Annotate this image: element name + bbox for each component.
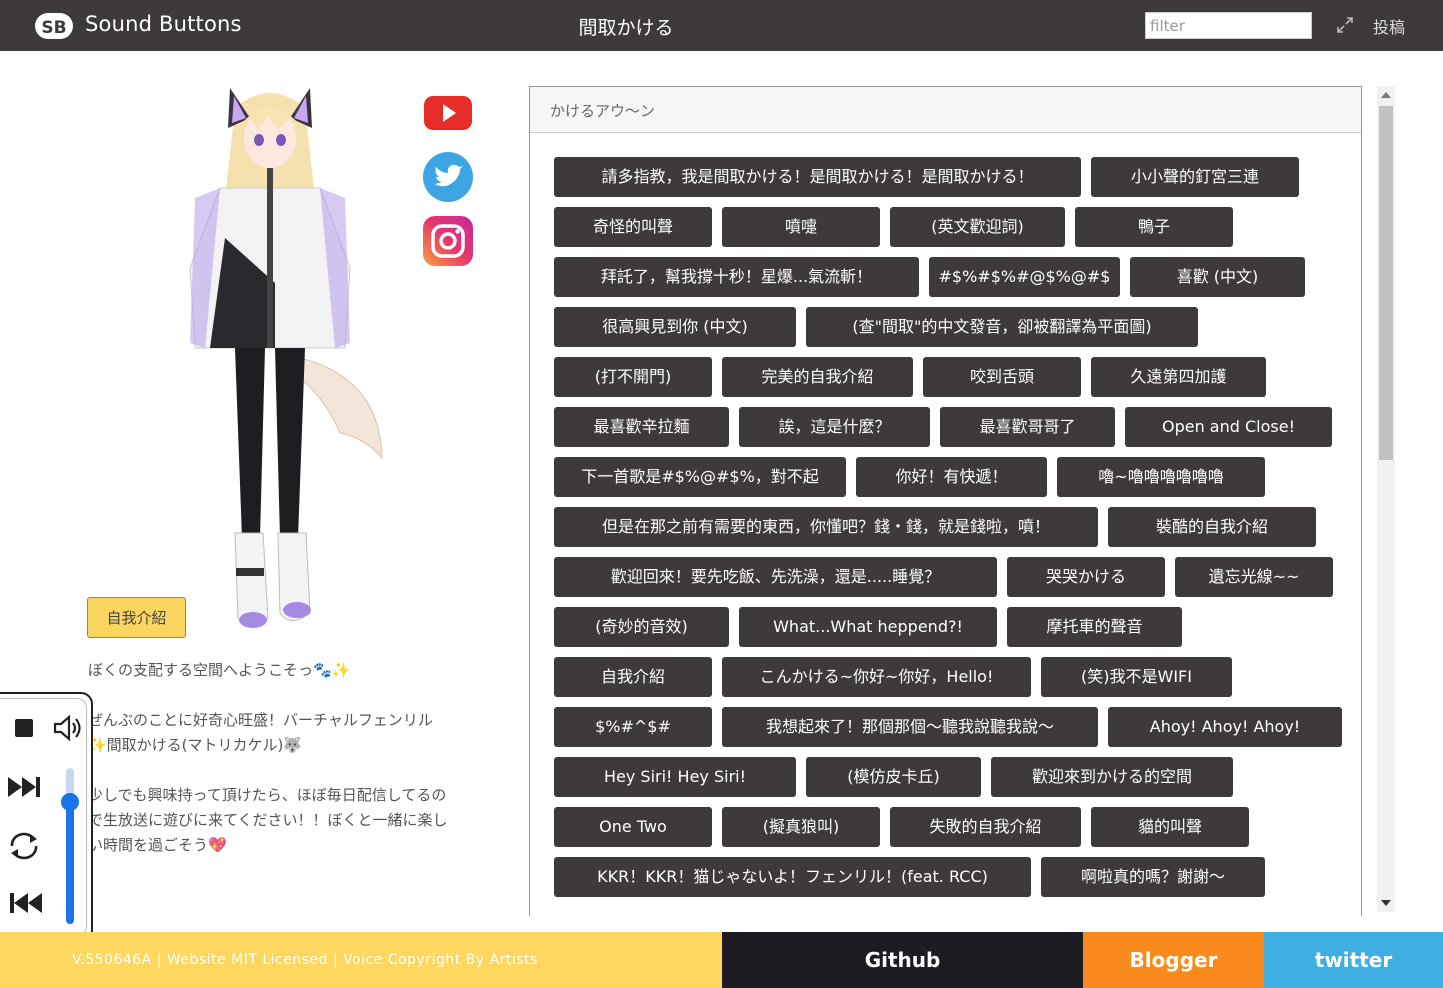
sound-button-grid: 請多指教，我是間取かける！是間取かける！是間取かける！ 小小聲的釘宮三連 奇怪的叫聲… — [554, 157, 1344, 907]
filter-input[interactable] — [1145, 12, 1312, 39]
sound-button[interactable]: 完美的自我介紹 — [722, 357, 913, 397]
next-icon[interactable] — [6, 774, 44, 800]
sound-button[interactable]: (英文歡迎詞) — [890, 207, 1065, 247]
sound-button[interactable]: 誒，這是什麼？ — [739, 407, 930, 447]
sound-button[interactable]: 奇怪的叫聲 — [554, 207, 712, 247]
instagram-icon[interactable] — [422, 215, 474, 267]
scroll-down-arrow-icon[interactable] — [1381, 900, 1391, 906]
sound-button[interactable]: 拜託了，幫我撐十秒！星爆...氣流斬！ — [554, 257, 919, 297]
scroll-up-arrow-icon[interactable] — [1381, 92, 1391, 98]
scrollbar-thumb[interactable] — [1379, 106, 1393, 460]
sound-button[interactable]: 歡迎回來！要先吃飯、先洗澡，還是.....睡覺？ — [554, 557, 997, 597]
sound-button[interactable]: Open and Close! — [1125, 407, 1332, 447]
github-link[interactable]: Github — [722, 932, 1083, 988]
sound-button[interactable]: 請多指教，我是間取かける！是間取かける！是間取かける！ — [554, 157, 1081, 197]
previous-icon[interactable] — [6, 890, 44, 916]
sound-button[interactable]: 鴨子 — [1075, 207, 1233, 247]
sound-button[interactable]: 但是在那之前有需要的東西，你懂吧？錢・錢，就是錢啦，噴！ — [554, 507, 1098, 547]
sound-button[interactable]: (笑)我不是WIFI — [1041, 657, 1232, 697]
twitter-icon[interactable] — [422, 151, 474, 203]
sound-button-row: 最喜歡辛拉麵 誒，這是什麼？ 最喜歡哥哥了 Open and Close! — [554, 407, 1344, 447]
sound-button[interactable]: 摩托車的聲音 — [1007, 607, 1182, 647]
repeat-icon[interactable] — [6, 830, 42, 862]
sound-button-row: 歡迎回來！要先吃飯、先洗澡，還是.....睡覺？ 哭哭かける 遺忘光線~~ — [554, 557, 1344, 597]
footer: V.550646A | Website MIT Licensed | Voice… — [0, 932, 1443, 988]
sound-button[interactable]: 久遠第四加護 — [1091, 357, 1266, 397]
volume-slider-thumb[interactable] — [61, 793, 79, 811]
audio-player — [0, 692, 93, 942]
sound-button[interactable]: 下一首歌是#$%@#$%，對不起 — [554, 457, 846, 497]
sound-button[interactable]: 噴嚏 — [722, 207, 880, 247]
sound-panel: かけるアウ～ン 請多指教，我是間取かける！是間取かける！是間取かける！ 小小聲的釘… — [529, 86, 1362, 916]
sound-button[interactable]: こんかける~你好~你好，Hello! — [722, 657, 1031, 697]
sound-button-row: (打不開門) 完美的自我介紹 咬到舌頭 久遠第四加護 — [554, 357, 1344, 397]
sound-button-row: $%#^$# 我想起來了！那個那個～聽我說聽我說～ Ahoy! Ahoy! Ahoy… — [554, 707, 1344, 747]
post-link[interactable]: 投稿 — [1373, 14, 1405, 38]
sound-button[interactable]: 嚕~嚕嚕嚕嚕嚕嚕 — [1057, 457, 1265, 497]
sound-button-row: 很高興見到你 (中文) (查"間取"的中文發音，卻被翻譯為平面圖) — [554, 307, 1344, 347]
volume-slider[interactable] — [61, 768, 79, 924]
page-title: 間取かける — [578, 17, 674, 39]
sound-button-row: One Two (擬真狼叫) 失敗的自我介紹 貓的叫聲 — [554, 807, 1344, 847]
youtube-icon[interactable] — [422, 86, 474, 138]
sound-button-row: (奇妙的音效) What...What heppend?! 摩托車的聲音 — [554, 607, 1344, 647]
sound-button[interactable]: 很高興見到你 (中文) — [554, 307, 796, 347]
stop-icon[interactable] — [12, 716, 36, 740]
sound-button[interactable]: (擬真狼叫) — [722, 807, 880, 847]
sound-button[interactable]: What...What heppend?! — [739, 607, 997, 647]
sound-button[interactable]: (模仿皮卡丘) — [806, 757, 981, 797]
character-description: ぼくの支配する空間へようこそっ🐾✨ ぜんぶのことに好奇心旺盛！バーチャルフェンリ… — [88, 658, 448, 883]
sound-button[interactable]: (查"間取"的中文發音，卻被翻譯為平面圖) — [806, 307, 1198, 347]
description-line: ぼくの支配する空間へようこそっ🐾✨ — [88, 661, 351, 679]
sound-button[interactable]: 遺忘光線~~ — [1175, 557, 1333, 597]
sound-button[interactable]: 自我介紹 — [554, 657, 712, 697]
sound-button[interactable]: Ahoy! Ahoy! Ahoy! — [1108, 707, 1342, 747]
description-line: 少しでも興味持って頂けたら、ほぼ毎日配信してるので生放送に遊びに来てください！！… — [88, 786, 448, 854]
footer-info: V.550646A | Website MIT Licensed | Voice… — [0, 932, 722, 988]
sound-button[interactable]: (奇妙的音效) — [554, 607, 729, 647]
sound-button[interactable]: 歡迎來到かける的空間 — [991, 757, 1233, 797]
sound-button[interactable]: 啊啦真的嗎？謝謝～ — [1041, 857, 1265, 897]
sound-button[interactable]: 裝酷的自我介紹 — [1108, 507, 1316, 547]
scrollbar[interactable] — [1377, 86, 1395, 912]
sound-button[interactable]: 哭哭かける — [1007, 557, 1165, 597]
sound-button[interactable]: 最喜歡哥哥了 — [940, 407, 1115, 447]
sound-button-row: Hey Siri! Hey Siri! (模仿皮卡丘) 歡迎來到かける的空間 — [554, 757, 1344, 797]
sound-button[interactable]: Hey Siri! Hey Siri! — [554, 757, 796, 797]
sound-button-row: 自我介紹 こんかける~你好~你好，Hello! (笑)我不是WIFI — [554, 657, 1344, 697]
sound-button-row: KKR！KKR！猫じゃないよ！フェンリル！(feat. RCC) 啊啦真的嗎？謝謝… — [554, 857, 1344, 897]
sound-button-row: 但是在那之前有需要的東西，你懂吧？錢・錢，就是錢啦，噴！ 裝酷的自我介紹 — [554, 507, 1344, 547]
panel-heading: かけるアウ～ン — [530, 87, 1361, 133]
twitter-link[interactable]: twitter — [1264, 932, 1443, 988]
sound-button-row: 拜託了，幫我撐十秒！星爆...氣流斬！ #$%#$%#@$%@#$ 喜歡 (中文) — [554, 257, 1344, 297]
sound-button[interactable]: 我想起來了！那個那個～聽我說聽我說～ — [722, 707, 1098, 747]
sound-button[interactable]: 咬到舌頭 — [923, 357, 1081, 397]
sound-button[interactable]: 貓的叫聲 — [1091, 807, 1249, 847]
sound-button[interactable]: 小小聲的釘宮三連 — [1091, 157, 1299, 197]
description-line: ぜんぶのことに好奇心旺盛！バーチャルフェンリル✨間取かける(マトリカケル)🐺 — [88, 711, 433, 754]
top-header: SB Sound Buttons 間取かける 投稿 — [0, 0, 1443, 51]
sound-button[interactable]: 喜歡 (中文) — [1130, 257, 1305, 297]
sound-button[interactable]: 最喜歡辛拉麵 — [554, 407, 729, 447]
fullscreen-icon[interactable] — [1336, 16, 1354, 34]
sound-button[interactable]: (打不開門) — [554, 357, 712, 397]
sound-button[interactable]: $%#^$# — [554, 707, 712, 747]
sound-button[interactable]: One Two — [554, 807, 712, 847]
volume-icon[interactable] — [52, 714, 84, 742]
sound-button-row: 奇怪的叫聲 噴嚏 (英文歡迎詞) 鴨子 — [554, 207, 1344, 247]
sound-button[interactable]: 你好！有快遞！ — [856, 457, 1047, 497]
character-illustration — [189, 88, 383, 628]
sound-button-row: 下一首歌是#$%@#$%，對不起 你好！有快遞！ 嚕~嚕嚕嚕嚕嚕嚕 — [554, 457, 1344, 497]
sound-button[interactable]: 失敗的自我介紹 — [890, 807, 1081, 847]
blogger-link[interactable]: Blogger — [1083, 932, 1264, 988]
sound-button-row: 請多指教，我是間取かける！是間取かける！是間取かける！ 小小聲的釘宮三連 — [554, 157, 1344, 197]
volume-slider-fill — [66, 798, 74, 924]
intro-button[interactable]: 自我介紹 — [87, 597, 186, 638]
sound-button[interactable]: KKR！KKR！猫じゃないよ！フェンリル！(feat. RCC) — [554, 857, 1031, 897]
sound-button[interactable]: #$%#$%#@$%@#$ — [929, 257, 1120, 297]
